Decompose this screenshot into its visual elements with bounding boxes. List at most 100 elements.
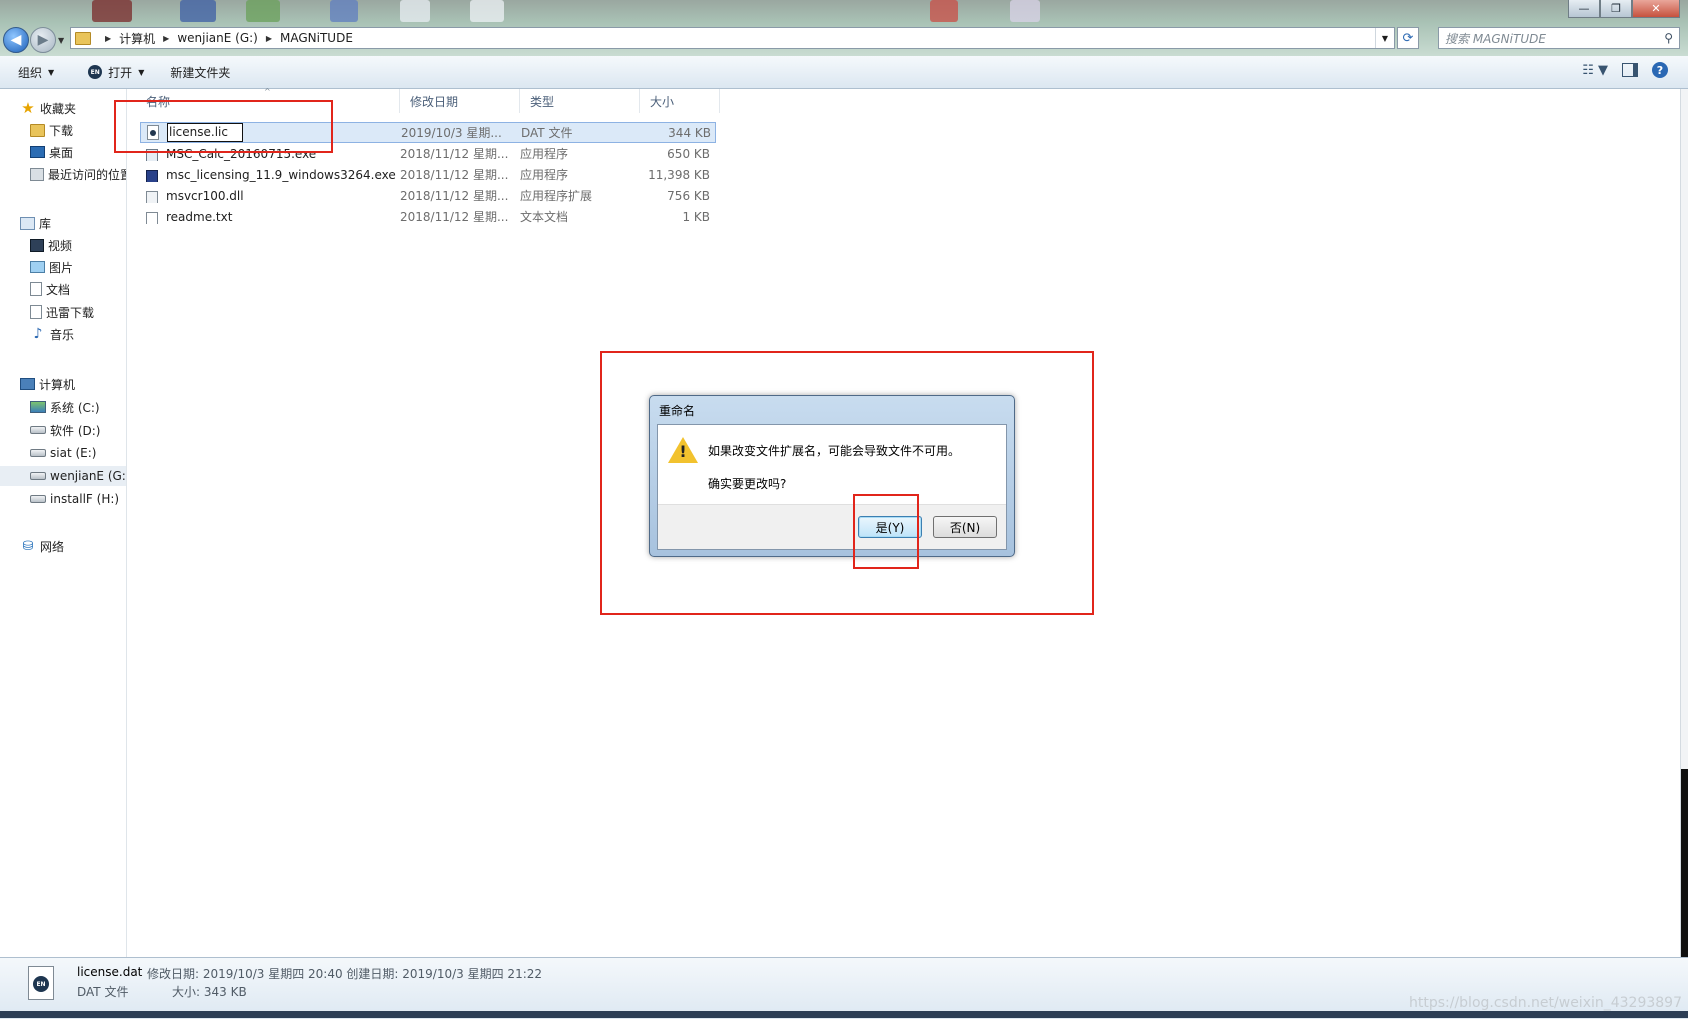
file-date-cell: 2018/11/12 星期... bbox=[400, 168, 509, 182]
search-placeholder: 搜索 MAGNiTUDE bbox=[1445, 31, 1546, 46]
yes-button[interactable]: 是(Y) bbox=[858, 516, 922, 538]
chevron-down-icon: ▼ bbox=[48, 67, 55, 77]
sidebar-item-videos[interactable]: 视频 bbox=[0, 235, 126, 255]
file-name: readme.txt bbox=[166, 209, 233, 224]
sidebar-item-label: 计算机 bbox=[39, 377, 76, 392]
sidebar-item-label: wenjianE (G:) bbox=[50, 469, 127, 483]
open-button[interactable]: EN 打开 ▼ bbox=[78, 56, 154, 88]
sidebar-item-music[interactable]: ♪ 音乐 bbox=[0, 324, 126, 344]
file-size-cell: 650 KB bbox=[667, 146, 710, 161]
refresh-icon: ⟳ bbox=[1402, 30, 1414, 46]
table-row[interactable]: readme.txt 2018/11/12 星期... 文本文档 1 KB bbox=[140, 206, 716, 227]
desktop-icon bbox=[30, 146, 45, 158]
back-button[interactable]: ◀ bbox=[3, 27, 29, 53]
folder-icon bbox=[75, 31, 91, 45]
preview-pane-icon[interactable] bbox=[1622, 63, 1638, 77]
background-blur bbox=[92, 0, 132, 22]
sidebar-item-documents[interactable]: 文档 bbox=[0, 279, 126, 299]
background-blur bbox=[330, 0, 358, 22]
file-type-cell: 应用程序 bbox=[520, 147, 569, 161]
background-blur bbox=[470, 0, 504, 22]
minimize-button[interactable]: — bbox=[1568, 0, 1600, 18]
breadcrumb-drive[interactable]: wenjianE (G:) bbox=[177, 31, 258, 45]
sidebar-item-drive-d[interactable]: 软件 (D:) bbox=[0, 420, 126, 440]
file-date-cell: 2018/11/12 星期... bbox=[400, 147, 509, 161]
dialog-title: 重命名 bbox=[659, 404, 696, 418]
recent-pages-dropdown[interactable]: ▼ bbox=[58, 36, 64, 45]
dialog-message: 如果改变文件扩展名，可能会导致文件不可用。 bbox=[708, 444, 961, 458]
sidebar-item-drive-c[interactable]: 系统 (C:) bbox=[0, 397, 126, 417]
sidebar-item-label: 下载 bbox=[49, 123, 74, 138]
watermark: https://blog.csdn.net/weixin_43293897 bbox=[1408, 995, 1682, 1011]
scrollbar[interactable] bbox=[1680, 89, 1688, 957]
new-folder-label: 新建文件夹 bbox=[170, 65, 231, 80]
warning-exclamation: ! bbox=[679, 442, 687, 461]
sidebar-item-drive-h[interactable]: installF (H:) bbox=[0, 489, 126, 509]
organize-label: 组织 bbox=[18, 65, 43, 80]
sidebar-item-computer[interactable]: 计算机 bbox=[0, 374, 126, 394]
video-icon bbox=[30, 238, 44, 252]
sidebar-item-pictures[interactable]: 图片 bbox=[0, 257, 126, 277]
sidebar-item-network[interactable]: ⛁ 网络 bbox=[0, 536, 126, 556]
new-folder-button[interactable]: 新建文件夹 bbox=[160, 56, 240, 88]
background-blur bbox=[930, 0, 958, 22]
file-name-cell[interactable]: license.lic bbox=[141, 123, 397, 142]
file-name-cell: msvcr100.dll bbox=[140, 189, 396, 203]
chevron-right-icon[interactable]: ▶ bbox=[163, 34, 169, 43]
file-name-cell: msc_licensing_11.9_windows3264.exe bbox=[140, 168, 396, 182]
view-options-icon[interactable]: ☷ ▼ bbox=[1582, 63, 1608, 78]
forward-button[interactable]: ▶ bbox=[30, 27, 56, 53]
open-label: 打开 bbox=[108, 65, 133, 80]
sidebar-item-xunlei[interactable]: 迅雷下载 bbox=[0, 302, 126, 322]
file-name: msc_licensing_11.9_windows3264.exe bbox=[166, 167, 396, 182]
sidebar-item-libraries[interactable]: 库 bbox=[0, 213, 126, 233]
refresh-button[interactable]: ⟳ bbox=[1397, 27, 1419, 49]
drive-icon bbox=[30, 472, 46, 480]
library-icon bbox=[20, 216, 35, 230]
table-row[interactable]: msc_licensing_11.9_windows3264.exe 2018/… bbox=[140, 164, 716, 185]
column-header-date[interactable]: 修改日期 bbox=[400, 89, 520, 113]
close-button[interactable]: ✕ bbox=[1632, 0, 1680, 18]
search-icon[interactable]: ⚲ bbox=[1664, 31, 1673, 45]
document-icon bbox=[30, 282, 42, 296]
background-blur bbox=[400, 0, 430, 22]
search-input[interactable]: 搜索 MAGNiTUDE ⚲ bbox=[1438, 27, 1680, 49]
column-header-size[interactable]: 大小 bbox=[640, 89, 720, 113]
chevron-right-icon[interactable]: ▶ bbox=[266, 34, 272, 43]
maximize-button[interactable]: ❐ bbox=[1600, 0, 1632, 18]
sidebar-item-recent[interactable]: 最近访问的位置 bbox=[0, 164, 127, 184]
file-date-cell: 2019/10/3 星期... bbox=[401, 126, 502, 140]
address-history-dropdown[interactable]: ▼ bbox=[1374, 28, 1394, 48]
recent-places-icon bbox=[30, 167, 44, 181]
breadcrumb-folder[interactable]: MAGNiTUDE bbox=[280, 31, 353, 45]
title-bar: — ❐ ✕ ◀ ▶ ▼ ▶ 计算机 ▶ wenjianE (G:) ▶ MAGN… bbox=[0, 0, 1688, 56]
help-icon[interactable]: ? bbox=[1652, 62, 1668, 78]
details-file-size: 大小: 343 KB bbox=[172, 985, 247, 999]
column-header-type[interactable]: 类型 bbox=[520, 89, 640, 113]
sidebar-item-drive-g[interactable]: wenjianE (G:) bbox=[0, 466, 127, 486]
sidebar-item-label: 图片 bbox=[49, 260, 74, 275]
sidebar-item-label: 最近访问的位置 bbox=[48, 167, 127, 182]
chevron-down-icon: ▼ bbox=[138, 67, 145, 77]
sidebar-item-downloads[interactable]: 下载 bbox=[0, 120, 126, 140]
no-button[interactable]: 否(N) bbox=[933, 516, 997, 538]
view-controls: ☷ ▼ ? bbox=[1582, 62, 1668, 78]
dll-file-icon bbox=[146, 190, 158, 203]
table-row[interactable]: license.lic 2019/10/3 星期... DAT 文件 344 K… bbox=[140, 122, 716, 143]
address-bar[interactable]: ▶ 计算机 ▶ wenjianE (G:) ▶ MAGNiTUDE ▼ bbox=[70, 27, 1395, 49]
table-row[interactable]: msvcr100.dll 2018/11/12 星期... 应用程序扩展 756… bbox=[140, 185, 716, 206]
arrow-left-icon: ◀ bbox=[10, 32, 22, 48]
sidebar-item-favorites[interactable]: ★ 收藏夹 bbox=[0, 98, 126, 118]
sidebar-item-label: 库 bbox=[39, 216, 52, 231]
rename-input[interactable]: license.lic bbox=[167, 123, 243, 142]
table-row[interactable]: MSC_Calc_20160715.exe 2018/11/12 星期... 应… bbox=[140, 143, 716, 164]
sidebar-item-drive-e[interactable]: siat (E:) bbox=[0, 443, 126, 463]
sidebar-item-label: 迅雷下载 bbox=[46, 305, 95, 320]
sidebar-item-desktop[interactable]: 桌面 bbox=[0, 142, 126, 162]
network-icon: ⛁ bbox=[22, 538, 34, 554]
chevron-right-icon[interactable]: ▶ bbox=[105, 34, 111, 43]
application-icon bbox=[146, 148, 158, 161]
column-header-name[interactable]: 名称 bbox=[136, 89, 400, 113]
breadcrumb-computer[interactable]: 计算机 bbox=[119, 30, 155, 47]
organize-button[interactable]: 组织 ▼ bbox=[8, 56, 64, 88]
